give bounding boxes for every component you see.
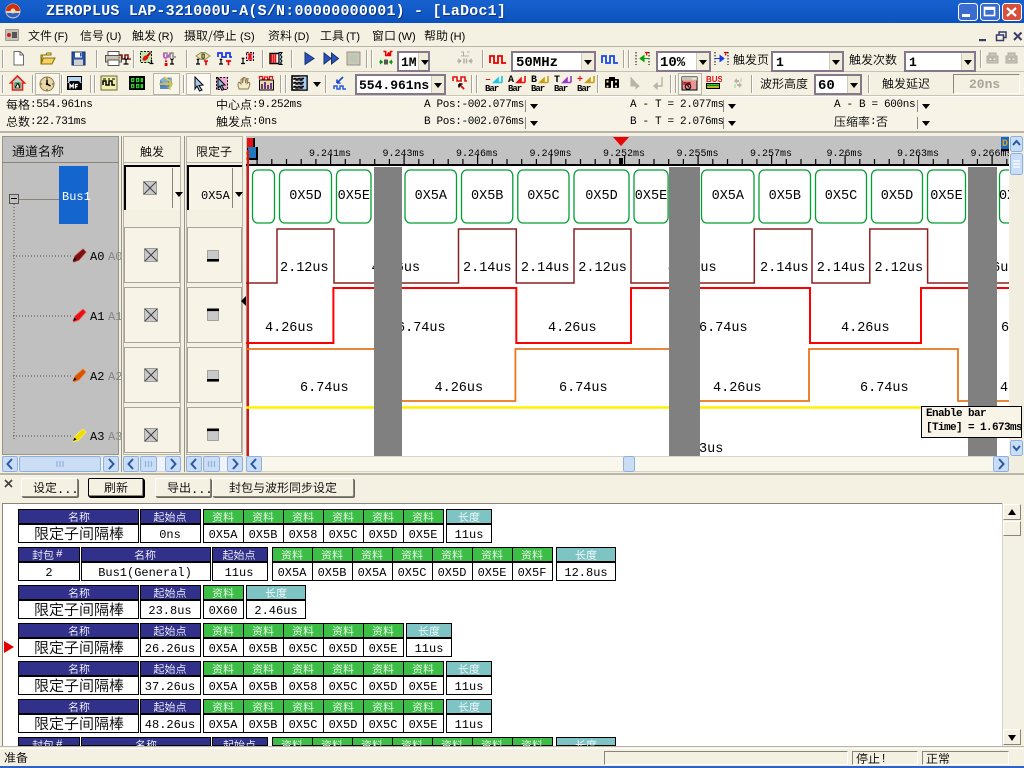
svg-text:BUS: BUS xyxy=(706,75,722,84)
